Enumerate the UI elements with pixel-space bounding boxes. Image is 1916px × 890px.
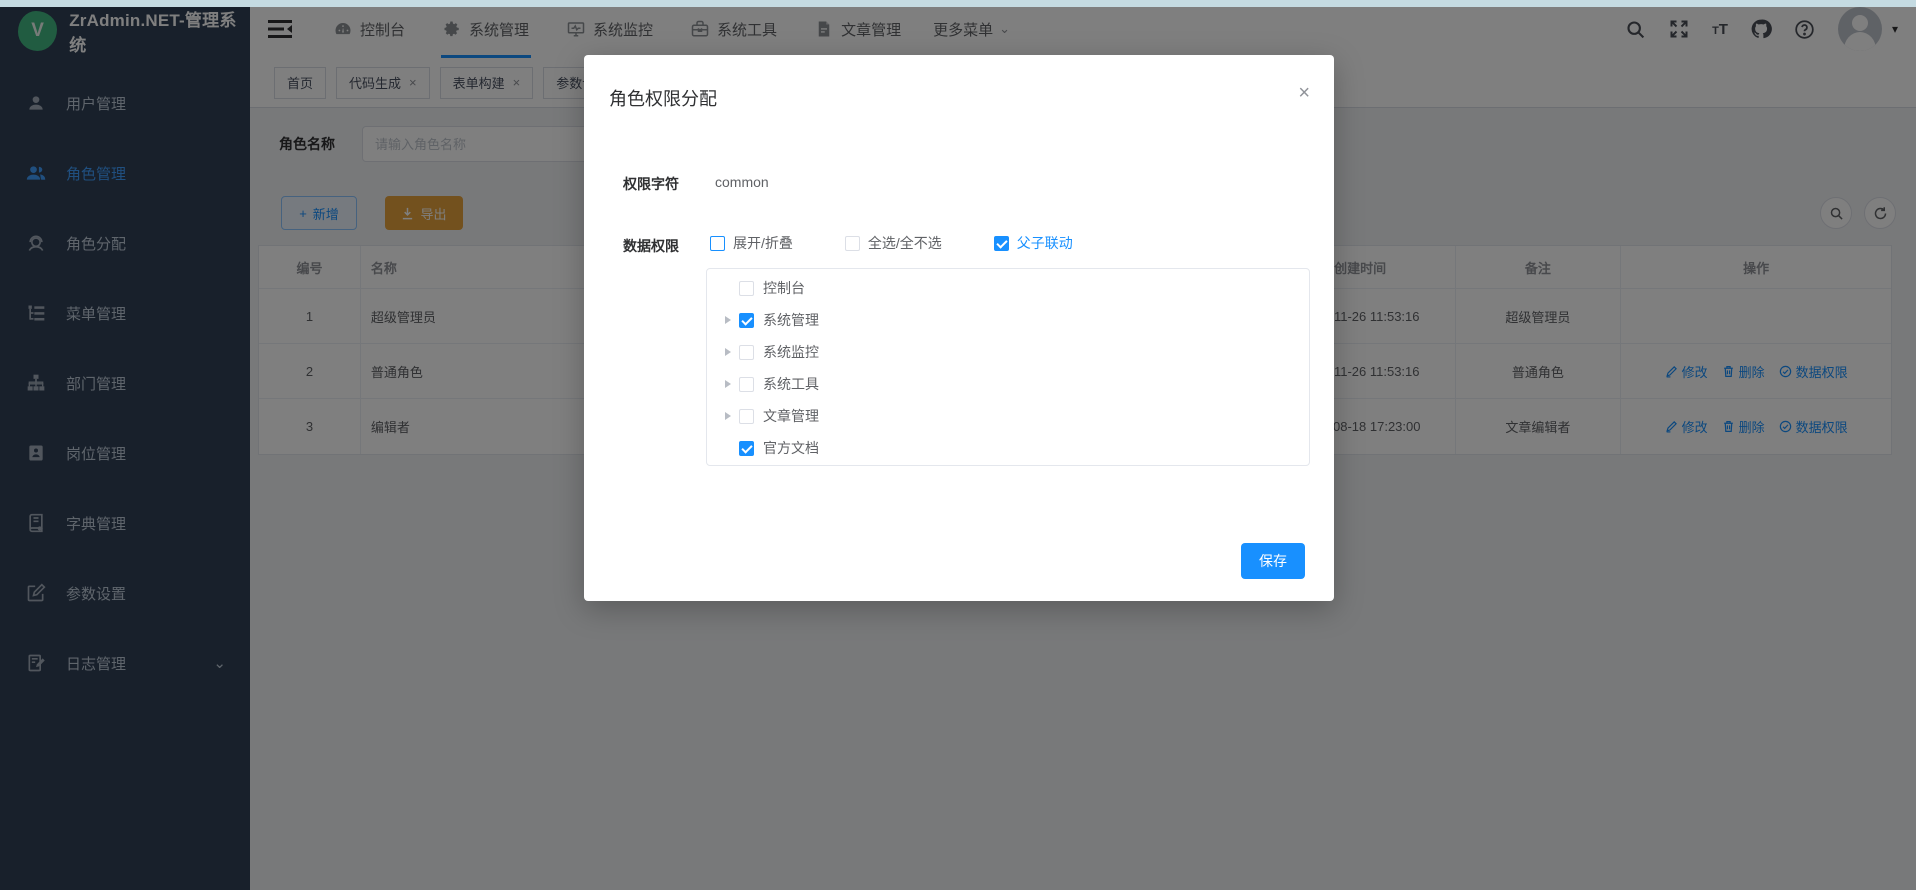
- checkbox-label: 全选/全不选: [868, 233, 942, 253]
- tree-node-official-docs[interactable]: 官方文档: [707, 432, 1309, 464]
- checkbox-unchecked[interactable]: [739, 281, 754, 296]
- caret-right-icon[interactable]: [717, 348, 739, 356]
- tree-node-system-monitor[interactable]: 系统监控: [707, 336, 1309, 368]
- perm-char-value: common: [715, 174, 769, 190]
- tree-node-label: 系统监控: [763, 342, 819, 362]
- checkbox-unchecked[interactable]: [845, 236, 860, 251]
- role-permission-dialog: 角色权限分配 × 权限字符 common 数据权限 展开/折叠 全选/全不选 父…: [584, 55, 1334, 601]
- tree-node-article-mgmt[interactable]: 文章管理: [707, 400, 1309, 432]
- data-scope-label: 数据权限: [623, 236, 679, 256]
- tree-node-console[interactable]: 控制台: [707, 272, 1309, 304]
- checkbox-unchecked[interactable]: [739, 409, 754, 424]
- tree-node-label: 官方文档: [763, 438, 819, 458]
- caret-right-icon[interactable]: [717, 412, 739, 420]
- tree-node-system-tools[interactable]: 系统工具: [707, 368, 1309, 400]
- select-all-option[interactable]: 全选/全不选: [845, 233, 942, 253]
- checkbox-unchecked[interactable]: [710, 236, 725, 251]
- save-button[interactable]: 保存: [1241, 543, 1305, 579]
- checkbox-checked[interactable]: [739, 441, 754, 456]
- dialog-title: 角色权限分配: [609, 85, 717, 111]
- tree-node-system-mgmt[interactable]: 系统管理: [707, 304, 1309, 336]
- checkbox-label: 父子联动: [1017, 233, 1073, 253]
- checkbox-label: 展开/折叠: [733, 233, 793, 253]
- caret-right-icon[interactable]: [717, 380, 739, 388]
- window-top-edge: [0, 0, 1916, 7]
- close-icon[interactable]: ×: [1298, 83, 1310, 103]
- parent-child-link-option[interactable]: 父子联动: [994, 233, 1073, 253]
- perm-char-label: 权限字符: [623, 174, 679, 194]
- tree-node-label: 文章管理: [763, 406, 819, 426]
- checkbox-unchecked[interactable]: [739, 345, 754, 360]
- checkbox-checked[interactable]: [739, 313, 754, 328]
- checkbox-checked[interactable]: [994, 236, 1009, 251]
- tree-node-label: 系统工具: [763, 374, 819, 394]
- expand-collapse-option[interactable]: 展开/折叠: [710, 233, 793, 253]
- tree-option-checkboxes: 展开/折叠 全选/全不选 父子联动: [710, 233, 1073, 253]
- tree-node-label: 控制台: [763, 278, 805, 298]
- menu-permission-tree: 控制台 系统管理 系统监控 系统工具 文章管理 官方文档: [706, 268, 1310, 466]
- tree-node-label: 系统管理: [763, 310, 819, 330]
- caret-right-icon[interactable]: [717, 316, 739, 324]
- checkbox-unchecked[interactable]: [739, 377, 754, 392]
